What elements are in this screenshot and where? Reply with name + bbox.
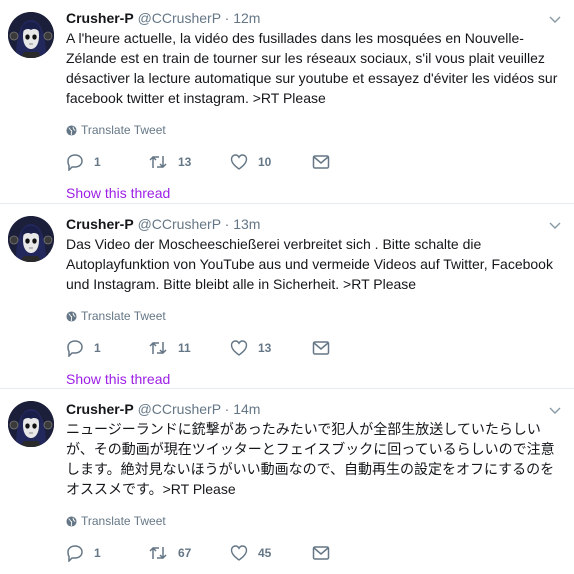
tweet-actions: 1 13 10: [66, 152, 564, 172]
author-name[interactable]: Crusher-P: [66, 216, 134, 232]
reply-button[interactable]: 1: [66, 544, 148, 562]
chevron-down-icon[interactable]: [548, 403, 562, 417]
timestamp[interactable]: 12m: [233, 10, 260, 26]
separator: ·: [224, 10, 230, 26]
avatar-image-icon: [8, 12, 54, 58]
tweet-actions: 1 11 13: [66, 338, 564, 358]
tweet-header: Crusher-P @CCrusherP · 13m: [66, 214, 564, 234]
retweet-icon: [149, 155, 167, 169]
show-thread-link[interactable]: Show this thread: [66, 370, 564, 388]
heart-icon: [230, 340, 248, 356]
translate-label: Translate Tweet: [81, 309, 166, 323]
retweet-count: 13: [178, 155, 192, 169]
tweet[interactable]: Crusher-P @CCrusherP · 12m A l'heure act…: [0, 0, 574, 203]
chevron-down-icon[interactable]: [548, 12, 562, 26]
like-button[interactable]: 13: [230, 339, 312, 357]
envelope-icon: [312, 546, 330, 560]
direct-message-button[interactable]: [312, 545, 394, 561]
direct-message-button[interactable]: [312, 154, 394, 170]
like-count: 45: [258, 546, 272, 560]
avatar[interactable]: [8, 401, 54, 447]
avatar-image-icon: [8, 401, 54, 447]
like-count: 13: [258, 341, 272, 355]
tweet-content: Crusher-P @CCrusherP · 12m A l'heure act…: [66, 8, 564, 202]
timestamp[interactable]: 13m: [233, 216, 260, 232]
avatar[interactable]: [8, 12, 54, 58]
author-handle[interactable]: @CCrusherP: [138, 216, 221, 232]
retweet-count: 11: [178, 341, 191, 355]
retweet-button[interactable]: 11: [148, 339, 230, 357]
tweet-content: Crusher-P @CCrusherP · 14m ニュージーランドに銃撃があ…: [66, 399, 564, 574]
tweet[interactable]: Crusher-P @CCrusherP · 14m ニュージーランドに銃撃があ…: [0, 388, 574, 574]
reply-count: 1: [94, 546, 101, 560]
author-handle[interactable]: @CCrusherP: [138, 401, 221, 417]
avatar[interactable]: [8, 216, 54, 262]
separator: ·: [224, 401, 230, 417]
tweet-text: ニュージーランドに銃撃があったみたいで犯人が全部生放送していたらしいが、その動画…: [66, 421, 555, 497]
timestamp[interactable]: 14m: [233, 401, 260, 417]
heart-icon: [230, 154, 248, 170]
direct-message-button[interactable]: [312, 340, 394, 356]
separator: ·: [224, 216, 230, 232]
avatar-image-icon: [8, 216, 54, 262]
tweet-text: Das Video der Moscheeschießerei verbreit…: [66, 236, 553, 292]
like-button[interactable]: 45: [230, 544, 312, 562]
author-name[interactable]: Crusher-P: [66, 10, 134, 26]
show-thread-link[interactable]: Show this thread: [66, 184, 564, 202]
tweet-header: Crusher-P @CCrusherP · 12m: [66, 8, 564, 28]
envelope-icon: [312, 341, 330, 355]
retweet-button[interactable]: 67: [148, 544, 230, 562]
reply-count: 1: [94, 341, 101, 355]
reply-icon: [67, 340, 83, 357]
translate-label: Translate Tweet: [81, 123, 166, 137]
reply-icon: [67, 545, 83, 562]
retweet-icon: [149, 341, 167, 355]
reply-button[interactable]: 1: [66, 153, 148, 171]
translate-tweet-link[interactable]: Translate Tweet: [66, 122, 564, 138]
reply-icon: [67, 154, 83, 171]
author-handle[interactable]: @CCrusherP: [138, 10, 221, 26]
like-button[interactable]: 10: [230, 153, 312, 171]
translate-tweet-link[interactable]: Translate Tweet: [66, 308, 564, 324]
author-name[interactable]: Crusher-P: [66, 401, 134, 417]
envelope-icon: [312, 155, 330, 169]
retweet-button[interactable]: 13: [148, 153, 230, 171]
translate-tweet-link[interactable]: Translate Tweet: [66, 513, 564, 529]
globe-icon: [66, 310, 77, 322]
retweet-icon: [149, 546, 167, 560]
globe-icon: [66, 515, 77, 527]
translate-label: Translate Tweet: [81, 514, 166, 528]
tweet-content: Crusher-P @CCrusherP · 13m Das Video der…: [66, 214, 564, 388]
tweet-header: Crusher-P @CCrusherP · 14m: [66, 399, 564, 419]
tweet-text: A l'heure actuelle, la vidéo des fusilla…: [66, 30, 558, 106]
like-count: 10: [258, 155, 272, 169]
heart-icon: [230, 545, 248, 561]
tweet[interactable]: Crusher-P @CCrusherP · 13m Das Video der…: [0, 203, 574, 388]
reply-button[interactable]: 1: [66, 339, 148, 357]
retweet-count: 67: [178, 546, 192, 560]
chevron-down-icon[interactable]: [548, 218, 562, 232]
globe-icon: [66, 124, 77, 136]
reply-count: 1: [94, 155, 101, 169]
tweet-actions: 1 67 45: [66, 543, 564, 563]
